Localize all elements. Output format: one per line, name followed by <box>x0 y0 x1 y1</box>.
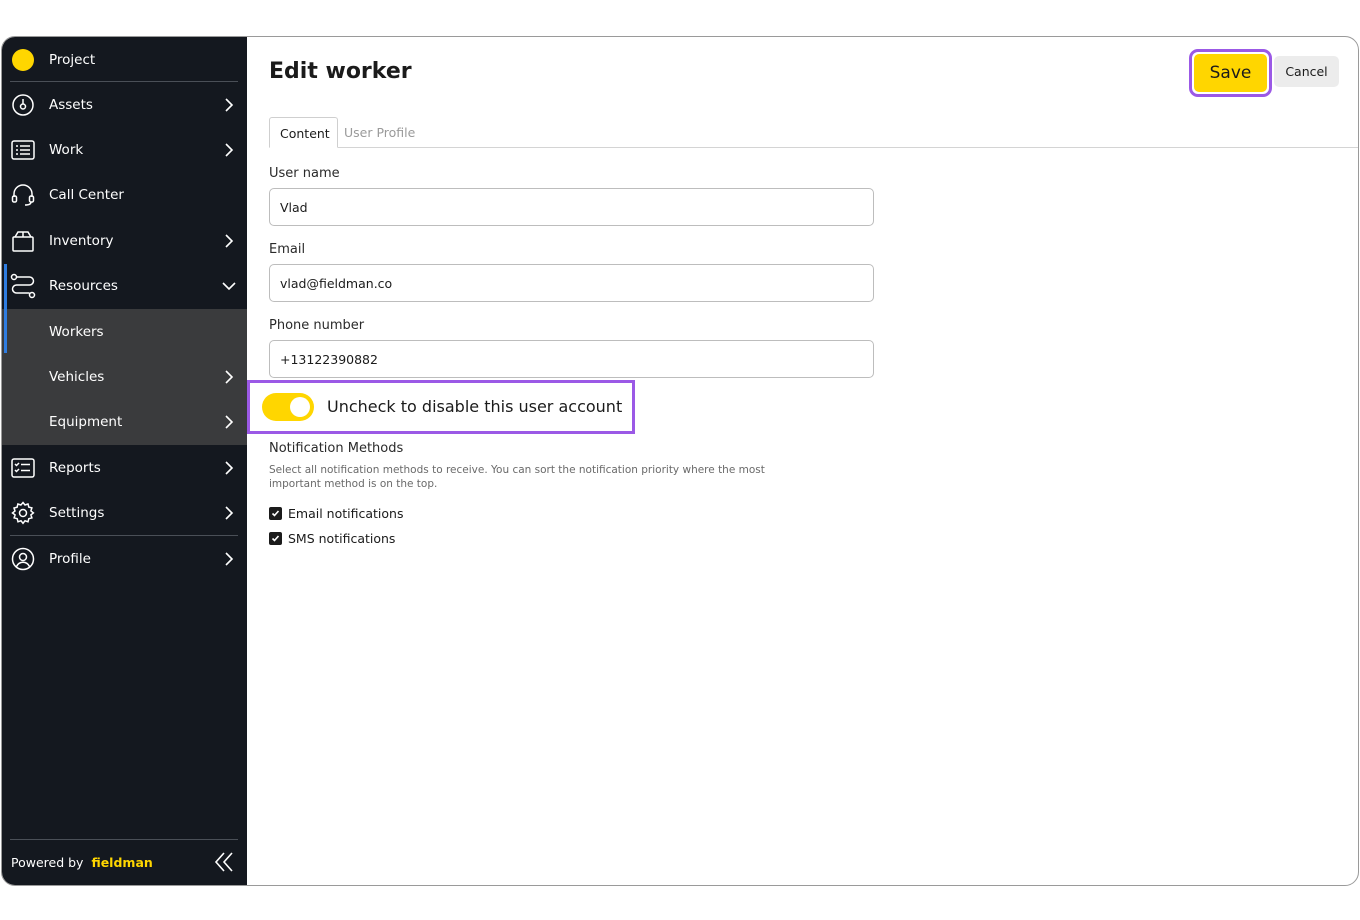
brand-logo: fieldman <box>91 855 153 870</box>
toggle-label: Uncheck to disable this user account <box>327 397 623 416</box>
chevron-right-icon <box>225 505 234 520</box>
sidebar-item-inventory[interactable]: Inventory <box>2 218 247 263</box>
sidebar-item-project[interactable]: Project <box>2 37 247 82</box>
sidebar: Project Assets Work Call Center Inventor… <box>2 37 247 885</box>
tabs-divider <box>269 147 1358 148</box>
sidebar-item-label: Vehicles <box>49 368 105 385</box>
sidebar-divider <box>10 839 238 840</box>
sidebar-item-label: Reports <box>49 459 101 476</box>
chevron-right-icon <box>225 551 234 566</box>
sidebar-item-label: Assets <box>49 96 93 113</box>
chevron-right-icon <box>225 142 234 157</box>
box-icon <box>10 228 36 254</box>
sidebar-item-assets[interactable]: Assets <box>2 82 247 127</box>
sidebar-item-label: Call Center <box>49 186 124 203</box>
project-dot-icon <box>10 47 36 73</box>
app-window: Project Assets Work Call Center Inventor… <box>1 36 1359 886</box>
chevron-right-icon <box>225 460 234 475</box>
toggle-knob <box>290 397 310 417</box>
gear-icon <box>10 500 36 526</box>
collapse-sidebar-icon[interactable] <box>213 851 235 873</box>
chevron-right-icon <box>225 233 234 248</box>
powered-by-text: Powered by <box>11 855 84 870</box>
checkbox-checked-icon[interactable] <box>269 507 282 520</box>
chevron-right-icon <box>225 97 234 112</box>
save-highlight: Save <box>1189 49 1272 97</box>
email-notifications-option[interactable]: Email notifications <box>269 506 403 521</box>
sidebar-item-label: Workers <box>49 323 104 340</box>
main-content: Edit worker Save Cancel Content User Pro… <box>247 37 1358 885</box>
tab-user-profile[interactable]: User Profile <box>334 117 425 148</box>
email-label: Email <box>269 242 306 257</box>
notification-methods-title: Notification Methods <box>269 441 404 456</box>
sidebar-item-workers[interactable]: Workers <box>2 309 247 354</box>
sidebar-item-reports[interactable]: Reports <box>2 445 247 490</box>
phone-input[interactable] <box>269 340 874 378</box>
email-input[interactable] <box>269 264 874 302</box>
checkbox-checked-icon[interactable] <box>269 532 282 545</box>
chevron-down-icon <box>222 281 236 290</box>
powered-by: Powered by fieldman <box>11 855 153 870</box>
username-label: User name <box>269 166 340 181</box>
page-title: Edit worker <box>269 59 412 84</box>
sidebar-item-call-center[interactable]: Call Center <box>2 172 247 217</box>
sidebar-item-settings[interactable]: Settings <box>2 490 247 535</box>
sidebar-item-label: Inventory <box>49 232 114 249</box>
sidebar-item-profile[interactable]: Profile <box>2 536 247 581</box>
sidebar-item-label: Profile <box>49 550 91 567</box>
checkbox-label: SMS notifications <box>288 531 396 546</box>
chevron-right-icon <box>225 414 234 429</box>
sidebar-item-label: Resources <box>49 277 118 294</box>
notification-methods-description: Select all notification methods to recei… <box>269 464 765 490</box>
list-icon <box>10 137 36 163</box>
headset-icon <box>10 182 36 208</box>
sidebar-item-vehicles[interactable]: Vehicles <box>2 354 247 399</box>
save-button[interactable]: Save <box>1194 54 1267 92</box>
cancel-button[interactable]: Cancel <box>1274 56 1339 87</box>
account-enabled-toggle[interactable] <box>262 393 314 421</box>
checklist-icon <box>10 455 36 481</box>
sms-notifications-option[interactable]: SMS notifications <box>269 531 395 546</box>
user-circle-icon <box>10 546 36 572</box>
username-input[interactable] <box>269 188 874 226</box>
sidebar-item-label: Settings <box>49 504 105 521</box>
checkbox-label: Email notifications <box>288 506 404 521</box>
sidebar-item-work[interactable]: Work <box>2 127 247 172</box>
route-icon <box>10 273 36 299</box>
tab-content[interactable]: Content <box>269 117 338 148</box>
sidebar-item-equipment[interactable]: Equipment <box>2 399 247 444</box>
sidebar-item-label: Work <box>49 141 84 158</box>
phone-label: Phone number <box>269 318 365 333</box>
gauge-icon <box>10 92 36 118</box>
toggle-highlight: Uncheck to disable this user account <box>247 380 635 434</box>
chevron-right-icon <box>225 369 234 384</box>
sidebar-item-resources[interactable]: Resources <box>2 263 247 308</box>
sidebar-item-label: Equipment <box>49 413 123 430</box>
sidebar-item-label: Project <box>49 51 96 68</box>
